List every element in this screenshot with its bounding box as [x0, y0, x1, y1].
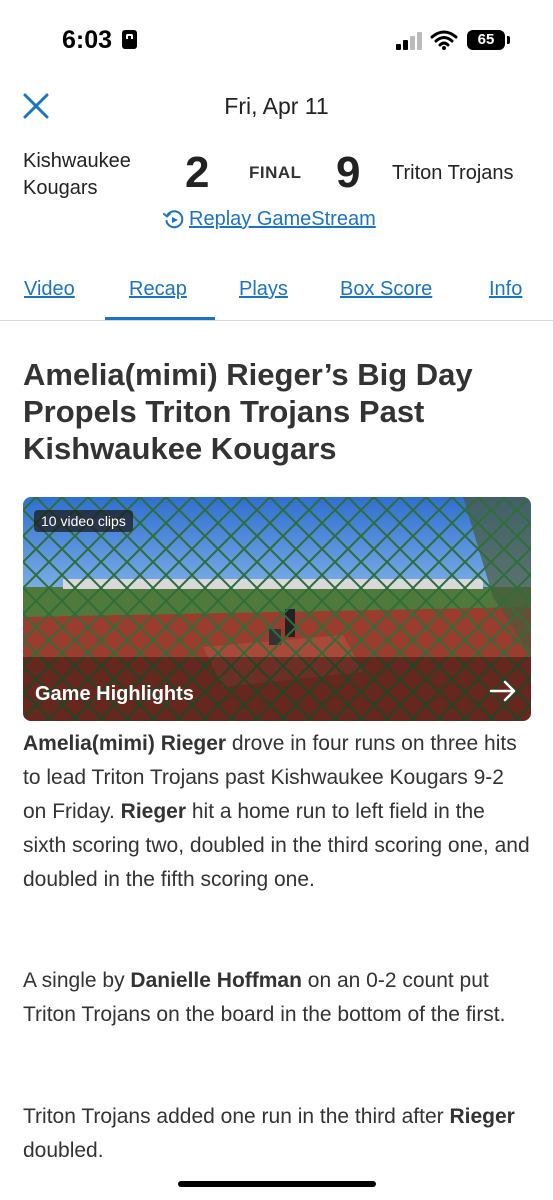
replay-label: Replay GameStream — [189, 208, 376, 230]
tab-plays[interactable]: Plays — [239, 278, 288, 301]
game-status: FINAL — [249, 163, 302, 182]
game-date: Fri, Apr 11 — [224, 93, 329, 119]
article-paragraph-1: Amelia(mimi) Rieger drove in four runs o… — [23, 732, 530, 891]
away-team-line1: Kishwaukee — [23, 150, 131, 172]
away-team-name[interactable]: Kishwaukee Kougars — [23, 148, 163, 202]
wifi-icon — [430, 30, 458, 50]
player-name: Rieger — [449, 1105, 515, 1128]
tab-info[interactable]: Info — [489, 278, 522, 301]
tab-recap[interactable]: Recap — [129, 278, 187, 301]
player-name: Danielle Hoffman — [130, 969, 302, 992]
battery-tip — [507, 36, 510, 44]
tab-video[interactable]: Video — [24, 278, 75, 301]
battery-icon: 65 — [467, 30, 505, 50]
game-highlights-video[interactable]: 10 video clips Game Highlights — [23, 497, 531, 721]
home-indicator[interactable] — [178, 1181, 376, 1187]
lock-icon — [122, 30, 137, 49]
home-team-name[interactable]: Triton Trojans — [392, 162, 514, 185]
away-team-line2: Kougars — [23, 177, 98, 199]
article-headline: Amelia(mimi) Rieger’s Big Day Propels Tr… — [23, 357, 473, 466]
player-name: Rieger — [120, 800, 187, 823]
replay-gamestream-link[interactable]: Replay GameStream — [163, 208, 376, 231]
video-clips-badge: 10 video clips — [34, 510, 133, 532]
tab-box-score[interactable]: Box Score — [340, 278, 432, 301]
arrow-right-icon — [489, 680, 516, 702]
status-time: 6:03 — [62, 26, 113, 54]
article-paragraph-2: A single by Danielle Hoffman on an 0-2 c… — [23, 969, 506, 1026]
away-score: 2 — [185, 148, 210, 197]
signal-icon — [396, 32, 424, 50]
article-paragraph-3: Triton Trojans added one run in the thir… — [23, 1105, 515, 1162]
video-title: Game Highlights — [35, 683, 194, 705]
active-tab-indicator — [105, 317, 215, 320]
home-score: 9 — [336, 148, 361, 197]
player-name: Amelia(mimi) Rieger — [23, 732, 227, 755]
tab-bar: Video Recap Plays Box Score Info — [0, 270, 553, 321]
replay-icon — [163, 209, 184, 228]
status-bar: 6:03 65 — [0, 0, 553, 80]
